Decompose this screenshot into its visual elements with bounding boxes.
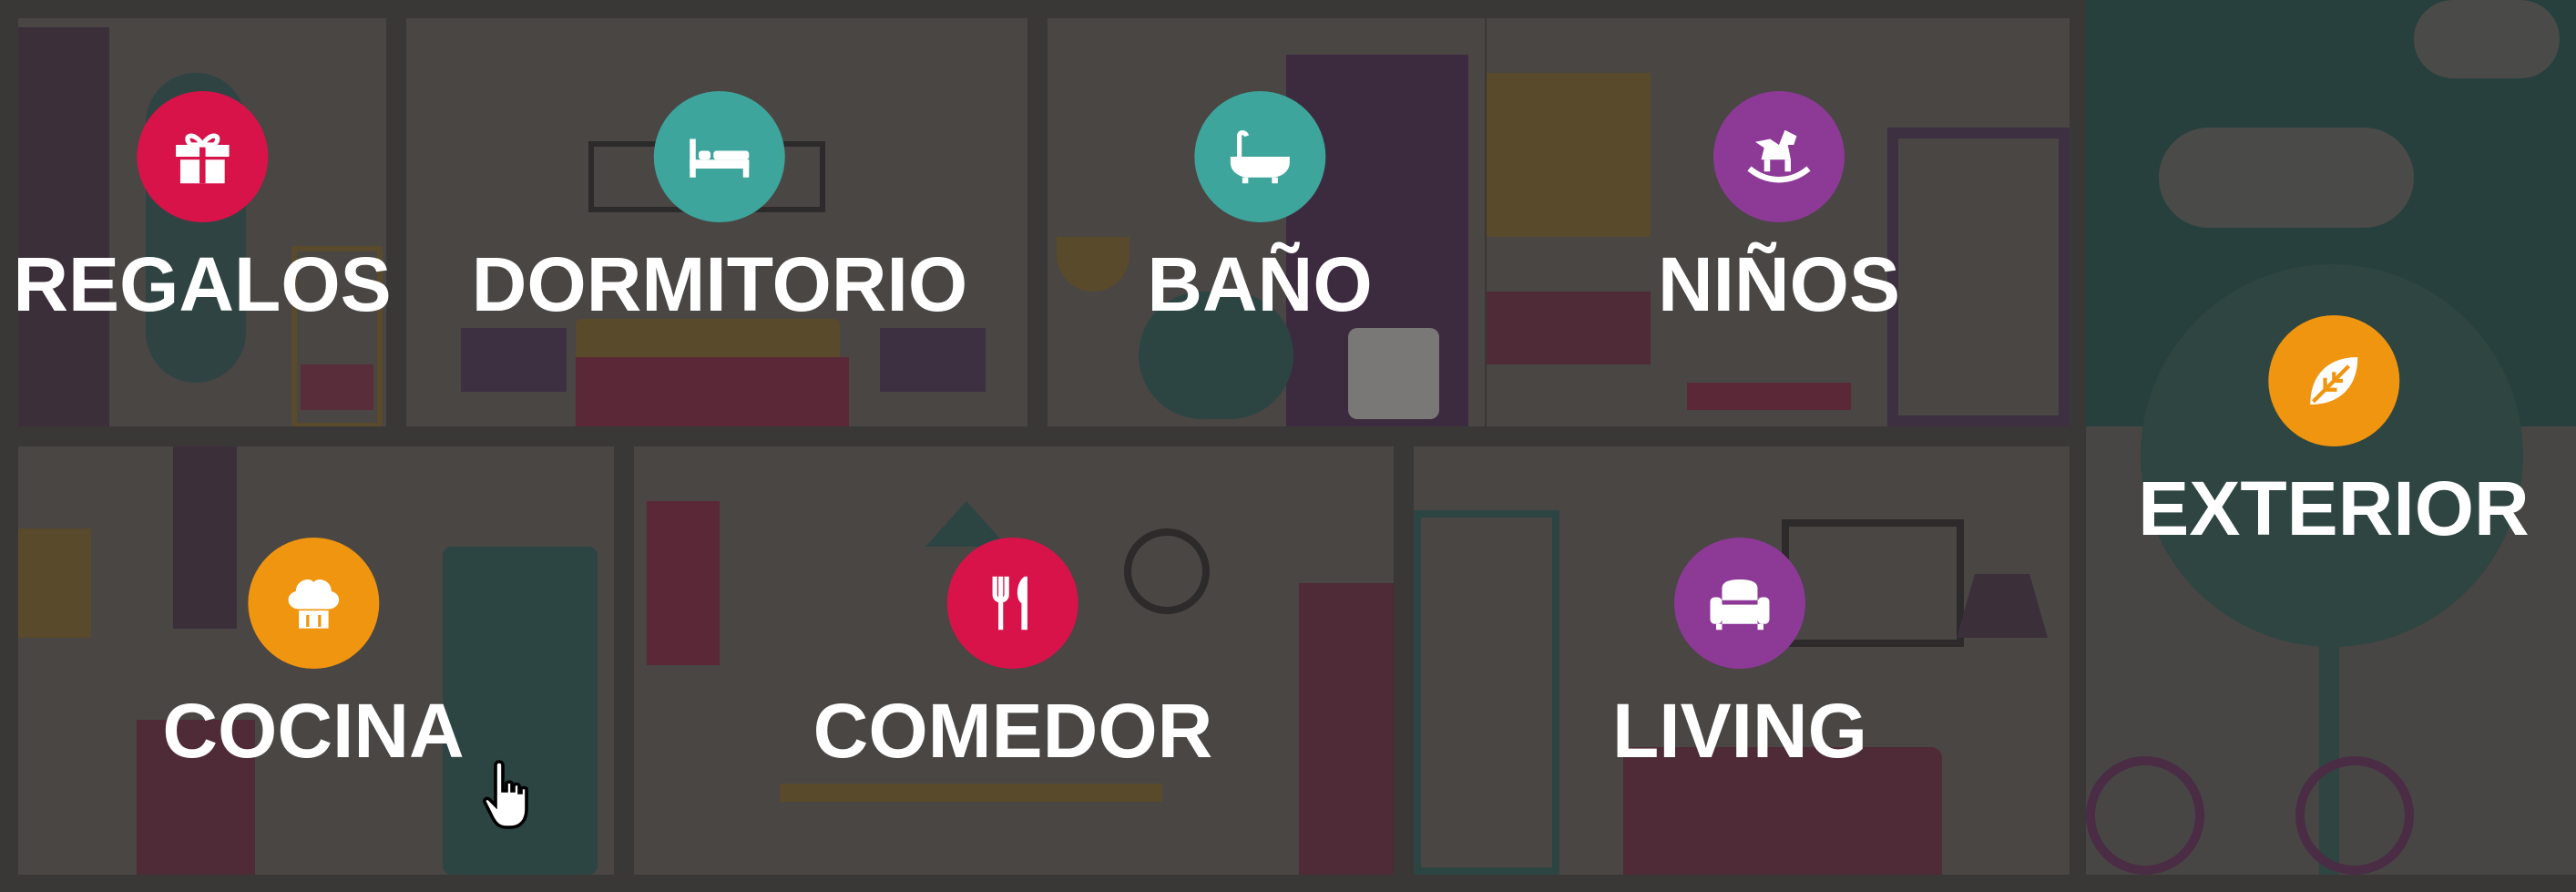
leaf-icon: [2268, 315, 2399, 446]
floor-lamp-illustration: [1957, 574, 2048, 638]
sink-illustration: [1057, 237, 1130, 292]
gift-icon: [137, 91, 268, 222]
category-living[interactable]: LIVING: [1612, 538, 1867, 769]
curtain-red-illustration: [647, 501, 720, 665]
category-comedor[interactable]: COMEDOR: [813, 538, 1213, 774]
bed-base-illustration: [576, 357, 849, 426]
category-dormitorio[interactable]: DORMITORIO: [472, 91, 967, 323]
nightstand-left-illustration: [461, 328, 567, 392]
category-label: COCINA: [162, 688, 465, 774]
category-label: BAÑO: [1147, 241, 1373, 327]
bicycle-wheel-left-illustration: [2086, 756, 2204, 875]
category-label: DORMITORIO: [471, 241, 968, 327]
category-label: NIÑOS: [1657, 241, 1901, 327]
category-label: LIVING: [1611, 688, 1868, 774]
armchair-icon: [1673, 538, 1805, 669]
category-label: EXTERIOR: [2138, 466, 2530, 551]
category-bano[interactable]: BAÑO: [1147, 91, 1373, 327]
category-regalos[interactable]: REGALOS: [13, 91, 392, 327]
toy-train-illustration: [1687, 383, 1851, 410]
bed-icon: [653, 91, 785, 222]
category-label: REGALOS: [13, 241, 392, 327]
cloud-illustration: [2159, 128, 2414, 228]
bookshelf-illustration: [1414, 510, 1559, 875]
category-label: COMEDOR: [813, 688, 1213, 774]
desk-illustration: [1487, 292, 1651, 364]
window-illustration: [1487, 73, 1651, 237]
cabinet-illustration: [18, 528, 91, 638]
nightstand-right-illustration: [880, 328, 986, 392]
category-ninos[interactable]: NIÑOS: [1658, 91, 1900, 323]
chef-hat-icon: [247, 538, 379, 669]
rocking-horse-icon: [1713, 91, 1845, 222]
drawer-illustration: [301, 364, 373, 410]
cupboard-illustration: [1299, 583, 1394, 875]
category-exterior[interactable]: EXTERIOR: [2138, 315, 2530, 551]
bicycle-wheel-right-illustration: [2295, 756, 2414, 875]
hand-cursor-icon: [483, 760, 528, 829]
bathtub-icon: [1193, 91, 1325, 222]
category-cocina[interactable]: COCINA: [162, 538, 465, 774]
toilet-illustration: [1348, 328, 1439, 419]
cloud-small-illustration: [2414, 0, 2560, 78]
bunk-bed-illustration: [1887, 128, 2070, 426]
table-illustration: [780, 784, 1162, 802]
fork-knife-icon: [946, 538, 1078, 669]
